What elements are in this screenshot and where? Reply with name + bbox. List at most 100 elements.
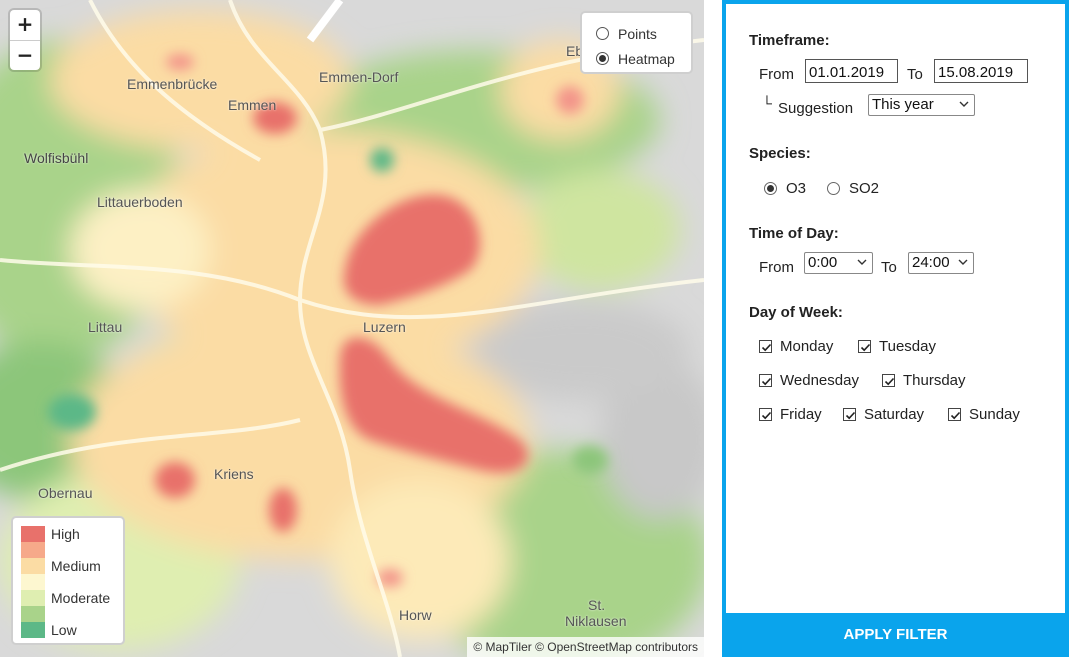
suggestion-value: This year	[872, 96, 934, 113]
o3-label: O3	[786, 180, 807, 197]
checkbox[interactable]	[882, 374, 895, 387]
day-label: Thursday	[903, 372, 966, 389]
day-checkbox-tuesday[interactable]: Tuesday	[858, 338, 936, 355]
day-label: Tuesday	[879, 338, 936, 355]
legend-label: High	[51, 526, 80, 542]
tod-to-value: 24:00	[912, 254, 950, 271]
species-heading: Species:	[749, 145, 811, 162]
legend-swatch	[21, 606, 45, 622]
place-luzern: Luzern	[363, 319, 406, 335]
place-littau: Littau	[88, 319, 123, 335]
legend: High Medium Moderate Low	[11, 516, 125, 645]
chevron-down-icon	[857, 259, 867, 265]
tod-to-label: To	[881, 259, 897, 276]
legend-swatch	[21, 574, 45, 590]
place-kriens: Kriens	[214, 466, 254, 482]
legend-swatch	[21, 590, 45, 606]
species-option-o3[interactable]: O3	[764, 180, 806, 197]
from-date-input[interactable]	[805, 59, 898, 83]
legend-swatch	[21, 526, 45, 542]
day-checkbox-saturday[interactable]: Saturday	[843, 406, 924, 423]
species-option-so2[interactable]: SO2	[827, 180, 879, 197]
legend-row	[21, 574, 123, 590]
legend-swatch	[21, 542, 45, 558]
check-icon	[761, 377, 772, 386]
tod-from-label: From	[759, 259, 794, 276]
to-label: To	[907, 66, 923, 83]
tod-to-select[interactable]: 24:00	[908, 252, 974, 274]
place-littauerboden: Littauerboden	[97, 194, 183, 210]
legend-label: Low	[51, 622, 77, 638]
checkbox[interactable]	[759, 408, 772, 421]
check-icon	[860, 343, 871, 352]
legend-row: Medium	[21, 558, 123, 574]
so2-label: SO2	[849, 180, 880, 197]
chevron-down-icon	[959, 101, 969, 107]
suggestion-select[interactable]: This year	[868, 94, 975, 116]
tod-from-value: 0:00	[808, 254, 838, 271]
time-of-day-heading: Time of Day:	[749, 225, 839, 242]
place-emmen-dorf: Emmen-Dorf	[319, 69, 399, 85]
place-obernau: Obernau	[38, 485, 93, 501]
heatmap-label: Heatmap	[618, 50, 675, 67]
day-checkbox-monday[interactable]: Monday	[759, 338, 833, 355]
checkbox[interactable]	[843, 408, 856, 421]
layer-option-heatmap[interactable]: Heatmap	[596, 46, 691, 71]
filter-form: Timeframe: From To └ Suggestion This yea…	[726, 4, 1065, 613]
zoom-in-button[interactable]: +	[10, 10, 40, 40]
day-checkbox-friday[interactable]: Friday	[759, 406, 822, 423]
heatmap-radio[interactable]	[596, 52, 609, 65]
legend-row	[21, 542, 123, 558]
place-emmen: Emmen	[228, 97, 277, 113]
zoom-control: + −	[10, 10, 40, 70]
o3-radio[interactable]	[764, 182, 777, 195]
check-icon	[761, 411, 772, 420]
layer-option-points[interactable]: Points	[596, 21, 691, 46]
legend-swatch	[21, 622, 45, 638]
legend-swatch	[21, 558, 45, 574]
suggestion-label: Suggestion	[778, 100, 854, 117]
layer-control: Points Heatmap	[580, 11, 693, 74]
day-label: Wednesday	[780, 372, 859, 389]
day-label: Saturday	[864, 406, 925, 423]
check-icon	[884, 377, 895, 386]
points-label: Points	[618, 25, 657, 42]
day-label: Monday	[780, 338, 834, 355]
day-checkbox-sunday[interactable]: Sunday	[948, 406, 1020, 423]
checkbox[interactable]	[948, 408, 961, 421]
to-date-input[interactable]	[934, 59, 1028, 83]
timeframe-heading: Timeframe:	[749, 32, 830, 49]
place-wolfisbuhl: Wolfisbühl	[24, 150, 89, 166]
legend-row: Moderate	[21, 590, 123, 606]
map-attribution[interactable]: © MapTiler © OpenStreetMap contributors	[467, 637, 704, 657]
check-icon	[761, 343, 772, 352]
check-icon	[845, 411, 856, 420]
legend-row: Low	[21, 622, 123, 638]
tod-from-select[interactable]: 0:00	[804, 252, 873, 274]
zoom-out-button[interactable]: −	[10, 40, 40, 70]
place-emmenbrucke: Emmenbrücke	[127, 76, 218, 92]
chevron-down-icon	[958, 259, 968, 265]
suggestion-prefix: └	[762, 95, 772, 111]
legend-row: High	[21, 526, 123, 542]
filter-panel: Timeframe: From To └ Suggestion This yea…	[722, 0, 1069, 657]
check-icon	[950, 411, 961, 420]
place-horw: Horw	[399, 607, 432, 623]
day-label: Sunday	[969, 406, 1020, 423]
day-of-week-heading: Day of Week:	[749, 304, 843, 321]
checkbox[interactable]	[858, 340, 871, 353]
apply-filter-button[interactable]: APPLY FILTER	[722, 613, 1069, 657]
from-label: From	[759, 66, 794, 83]
points-radio[interactable]	[596, 27, 609, 40]
day-checkbox-thursday[interactable]: Thursday	[882, 372, 966, 389]
checkbox[interactable]	[759, 374, 772, 387]
legend-row	[21, 606, 123, 622]
place-st-niklausen-2: Niklausen	[565, 613, 627, 629]
so2-radio[interactable]	[827, 182, 840, 195]
map-view[interactable]: Emmen-Dorf Emmenbrücke Emmen Eb Wolfisbü…	[0, 0, 704, 657]
place-st-niklausen-1: St.	[588, 597, 606, 613]
day-checkbox-wednesday[interactable]: Wednesday	[759, 372, 859, 389]
legend-label: Medium	[51, 558, 101, 574]
legend-label: Moderate	[51, 590, 111, 606]
checkbox[interactable]	[759, 340, 772, 353]
